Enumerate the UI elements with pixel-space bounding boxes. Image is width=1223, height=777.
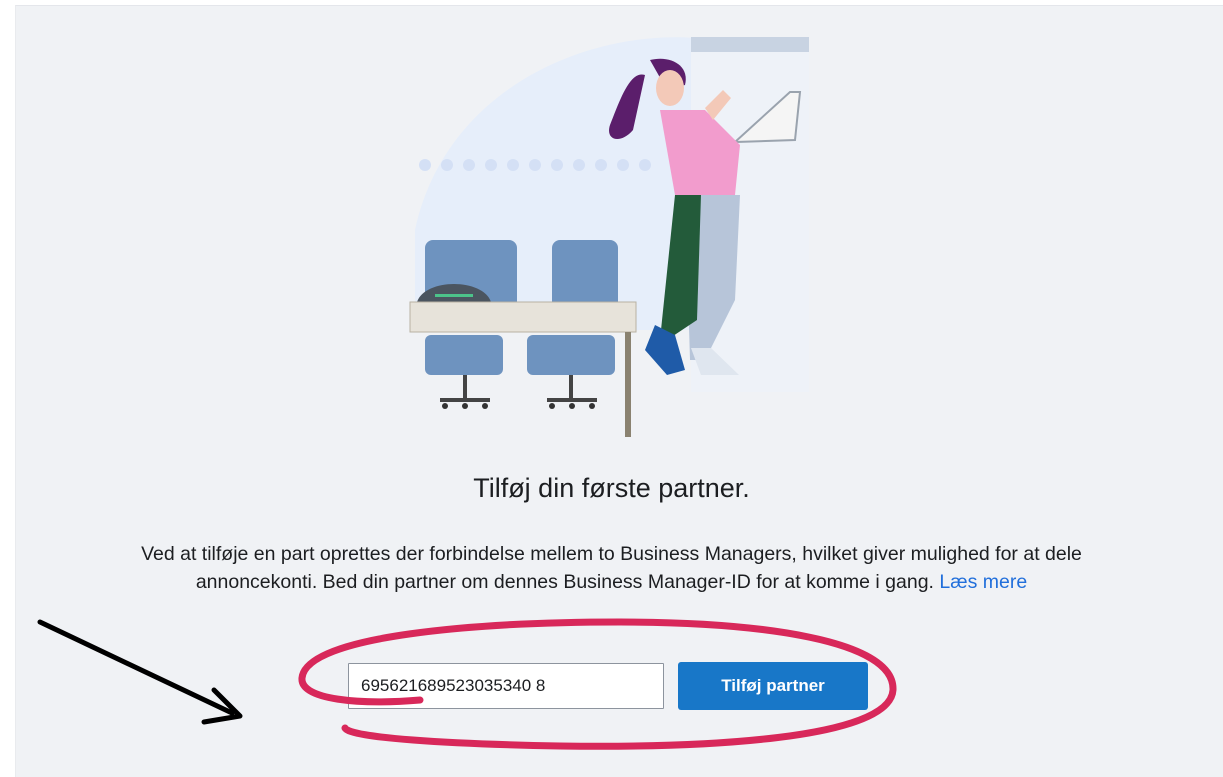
add-partner-button[interactable]: Tilføj partner xyxy=(678,662,868,710)
office-partner-illustration xyxy=(409,37,809,437)
description-text: Ved at tilføje en part oprettes der forb… xyxy=(130,540,1093,596)
page-title: Tilføj din første partner. xyxy=(473,473,750,503)
desk xyxy=(409,301,637,333)
business-manager-id-input[interactable] xyxy=(348,663,664,709)
learn-more-link[interactable]: Læs mere xyxy=(939,571,1027,593)
